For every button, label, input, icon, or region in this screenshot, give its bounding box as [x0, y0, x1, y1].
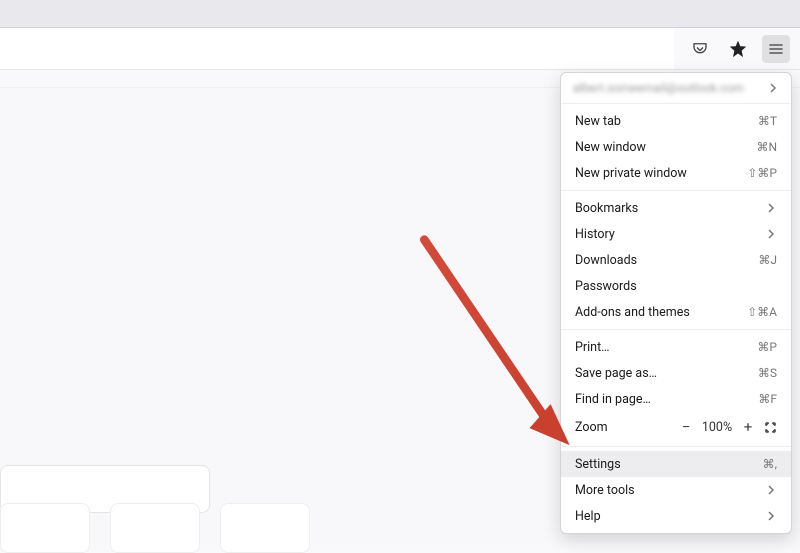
- top-site-card[interactable]: [220, 503, 310, 553]
- menu-item-settings[interactable]: Settings ⌘,: [561, 451, 791, 477]
- menu-item-new-private-window[interactable]: New private window ⇧⌘P: [561, 160, 791, 186]
- account-email: albert.someemail@outlook.com: [573, 81, 767, 95]
- chevron-right-icon: [765, 228, 777, 240]
- zoom-in-button[interactable]: +: [737, 416, 759, 438]
- menu-item-downloads[interactable]: Downloads ⌘J: [561, 247, 791, 273]
- addressbar-area[interactable]: [0, 28, 674, 69]
- menu-item-new-tab[interactable]: New tab ⌘T: [561, 108, 791, 134]
- menu-item-new-window[interactable]: New window ⌘N: [561, 134, 791, 160]
- browser-toolbar: [0, 28, 800, 70]
- pocket-icon[interactable]: [686, 35, 714, 63]
- account-header[interactable]: albert.someemail@outlook.com: [561, 73, 791, 104]
- chevron-right-icon: [765, 484, 777, 496]
- top-site-card[interactable]: [0, 503, 90, 553]
- menu-item-help[interactable]: Help: [561, 503, 791, 529]
- fullscreen-icon[interactable]: [759, 416, 781, 438]
- zoom-out-button[interactable]: −: [675, 416, 697, 438]
- top-sites-row: [0, 503, 310, 553]
- menu-zoom-controls: Zoom − 100% +: [561, 412, 791, 442]
- globe-icon[interactable]: [724, 35, 752, 63]
- menu-item-save-page-as[interactable]: Save page as… ⌘S: [561, 360, 791, 386]
- app-menu-panel: albert.someemail@outlook.com New tab ⌘T …: [560, 72, 792, 534]
- menu-item-bookmarks[interactable]: Bookmarks: [561, 195, 791, 221]
- chevron-right-icon: [765, 202, 777, 214]
- menu-item-history[interactable]: History: [561, 221, 791, 247]
- menu-item-find-in-page[interactable]: Find in page… ⌘F: [561, 386, 791, 412]
- hamburger-menu-icon[interactable]: [762, 35, 790, 63]
- menu-item-passwords[interactable]: Passwords: [561, 273, 791, 299]
- zoom-level: 100%: [697, 420, 737, 435]
- top-site-card[interactable]: [110, 503, 200, 553]
- menu-item-more-tools[interactable]: More tools: [561, 477, 791, 503]
- chevron-right-icon: [765, 510, 777, 522]
- menu-item-print[interactable]: Print… ⌘P: [561, 334, 791, 360]
- chevron-right-icon: [767, 82, 779, 94]
- window-titlebar: [0, 0, 800, 28]
- menu-item-addons-themes[interactable]: Add-ons and themes ⇧⌘A: [561, 299, 791, 325]
